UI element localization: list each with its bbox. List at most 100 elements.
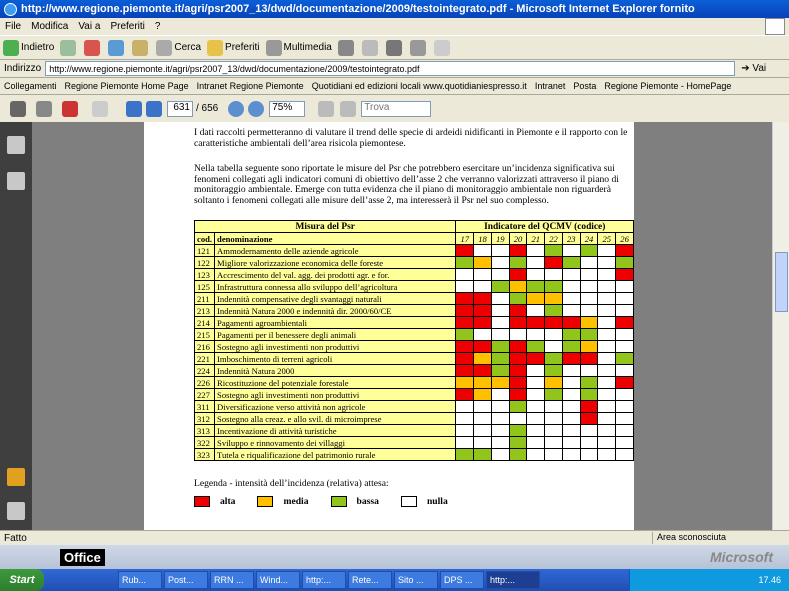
paragraph-2: Nella tabella seguente sono riportate le… xyxy=(194,163,619,206)
attachment-icon[interactable] xyxy=(7,502,25,520)
favorites-button[interactable]: Preferiti xyxy=(207,39,260,56)
vertical-scrollbar[interactable] xyxy=(772,122,789,530)
back-arrow-icon xyxy=(3,39,19,56)
intensity-cell xyxy=(579,388,599,401)
link-intranet-regione[interactable]: Intranet Regione Piemonte xyxy=(197,81,304,91)
menu-vai-a[interactable]: Vai a xyxy=(78,21,100,32)
menu-preferiti[interactable]: Preferiti xyxy=(110,21,144,32)
zoom-in-icon[interactable] xyxy=(248,100,265,117)
multimedia-button[interactable]: Multimedia xyxy=(265,39,332,56)
pdf-hand-icon[interactable] xyxy=(92,100,108,117)
intensity-cell xyxy=(579,256,599,269)
pdf-print-icon[interactable] xyxy=(10,100,26,117)
print-button[interactable] xyxy=(385,39,404,56)
link-posta[interactable]: Posta xyxy=(573,81,596,91)
intensity-cell xyxy=(473,304,492,317)
next-page-icon[interactable] xyxy=(146,100,162,117)
taskbar-button[interactable]: Sito ... xyxy=(394,571,438,589)
intensity-cell xyxy=(615,280,634,293)
taskbar-button[interactable]: http:... xyxy=(302,571,346,589)
taskbar-button[interactable]: Post... xyxy=(164,571,208,589)
fit-width-icon[interactable] xyxy=(340,100,357,117)
history-button[interactable] xyxy=(337,39,356,56)
pages-icon[interactable] xyxy=(7,136,25,154)
intensity-cell xyxy=(544,364,563,377)
home-button[interactable] xyxy=(132,39,150,56)
measure-name: Indennità compensative degli svantaggi n… xyxy=(214,292,457,305)
taskbar-button[interactable]: Wind... xyxy=(256,571,300,589)
binoculars-icon[interactable] xyxy=(7,172,25,190)
forward-button[interactable] xyxy=(60,39,78,56)
intensity-cell xyxy=(597,352,617,365)
intensity-cell xyxy=(597,364,617,377)
intensity-cell xyxy=(455,244,475,257)
measure-code: 214 xyxy=(193,316,216,329)
intensity-cell xyxy=(544,340,563,353)
intensity-cell xyxy=(579,316,599,329)
intensity-cell xyxy=(473,340,492,353)
address-url: http://www.regione.piemonte.it/agri/psr2… xyxy=(49,63,420,74)
stop-button[interactable] xyxy=(84,39,102,56)
search-button[interactable]: Cerca xyxy=(156,39,201,56)
intensity-cell xyxy=(615,364,634,377)
intensity-cell xyxy=(526,304,546,317)
measure-code: 226 xyxy=(193,376,216,389)
intensity-cell xyxy=(490,388,510,401)
taskbar-button[interactable]: Rub... xyxy=(118,571,162,589)
intensity-cell xyxy=(544,316,563,329)
intensity-cell xyxy=(508,436,528,449)
office-logo[interactable]: Office xyxy=(60,548,105,566)
intensity-cell xyxy=(615,304,634,317)
intensity-cell xyxy=(561,316,581,329)
zoom-out-icon[interactable] xyxy=(228,100,245,117)
intensity-cell xyxy=(597,424,617,437)
comments-icon[interactable] xyxy=(7,468,25,486)
indicator-header: 26 xyxy=(615,232,634,245)
indicator-header: 24 xyxy=(579,232,599,245)
edit-button[interactable] xyxy=(409,39,428,56)
taskbar-button[interactable]: DPS ... xyxy=(440,571,484,589)
intensity-cell xyxy=(597,256,617,269)
link-intranet[interactable]: Intranet xyxy=(535,81,566,91)
link-regione-homepage[interactable]: Regione Piemonte - HomePage xyxy=(604,81,731,91)
address-input[interactable]: http://www.regione.piemonte.it/agri/psr2… xyxy=(45,61,736,76)
search-icon xyxy=(156,39,173,56)
menu-bar: File Modifica Vai a Preferiti ? xyxy=(0,18,789,35)
pdf-email-icon[interactable] xyxy=(62,100,78,117)
menu-modifica[interactable]: Modifica xyxy=(31,21,68,32)
intensity-cell xyxy=(508,316,528,329)
indicator-header: 18 xyxy=(473,232,492,245)
menu-help[interactable]: ? xyxy=(155,21,161,32)
find-input[interactable]: Trova xyxy=(361,100,432,117)
link-regione-home[interactable]: Regione Piemonte Home Page xyxy=(65,81,189,91)
intensity-cell xyxy=(561,436,581,449)
back-button[interactable]: Indietro xyxy=(3,39,54,56)
system-tray: 17.46 xyxy=(629,569,789,591)
go-button[interactable]: ➔ Vai xyxy=(741,63,766,74)
discuss-button[interactable] xyxy=(433,39,452,56)
measure-name: Incentivazione di attività turistiche xyxy=(214,424,457,437)
intensity-cell xyxy=(473,244,492,257)
legend-swatch xyxy=(400,496,417,507)
table-row: 211 Indennità compensative degli svantagg… xyxy=(193,292,634,305)
taskbar-button[interactable]: Rete... xyxy=(348,571,392,589)
fit-page-icon[interactable] xyxy=(318,100,335,117)
pdf-save-icon[interactable] xyxy=(36,100,52,117)
browser-toolbar: Indietro Cerca Preferiti Multimedia xyxy=(0,35,789,60)
menu-file[interactable]: File xyxy=(5,21,21,32)
taskbar-button[interactable]: http:... xyxy=(486,571,540,589)
intensity-cell xyxy=(561,376,581,389)
start-button[interactable]: Start xyxy=(0,569,44,591)
intensity-cell xyxy=(508,292,528,305)
mail-button[interactable] xyxy=(361,39,380,56)
zoom-select[interactable]: 75% xyxy=(269,100,306,117)
pdf-document-area[interactable]: I dati raccolti permetteranno di valutar… xyxy=(32,122,772,530)
page-number-input[interactable]: 631 xyxy=(167,100,193,117)
taskbar-button[interactable]: RRN ... xyxy=(210,571,254,589)
prev-page-icon[interactable] xyxy=(126,100,142,117)
refresh-button[interactable] xyxy=(108,39,126,56)
history-icon xyxy=(337,39,354,56)
scrollbar-thumb[interactable] xyxy=(775,252,788,312)
link-quotidiani[interactable]: Quotidiani ed edizioni locali www.quotid… xyxy=(312,81,527,91)
intensity-cell xyxy=(455,268,475,281)
